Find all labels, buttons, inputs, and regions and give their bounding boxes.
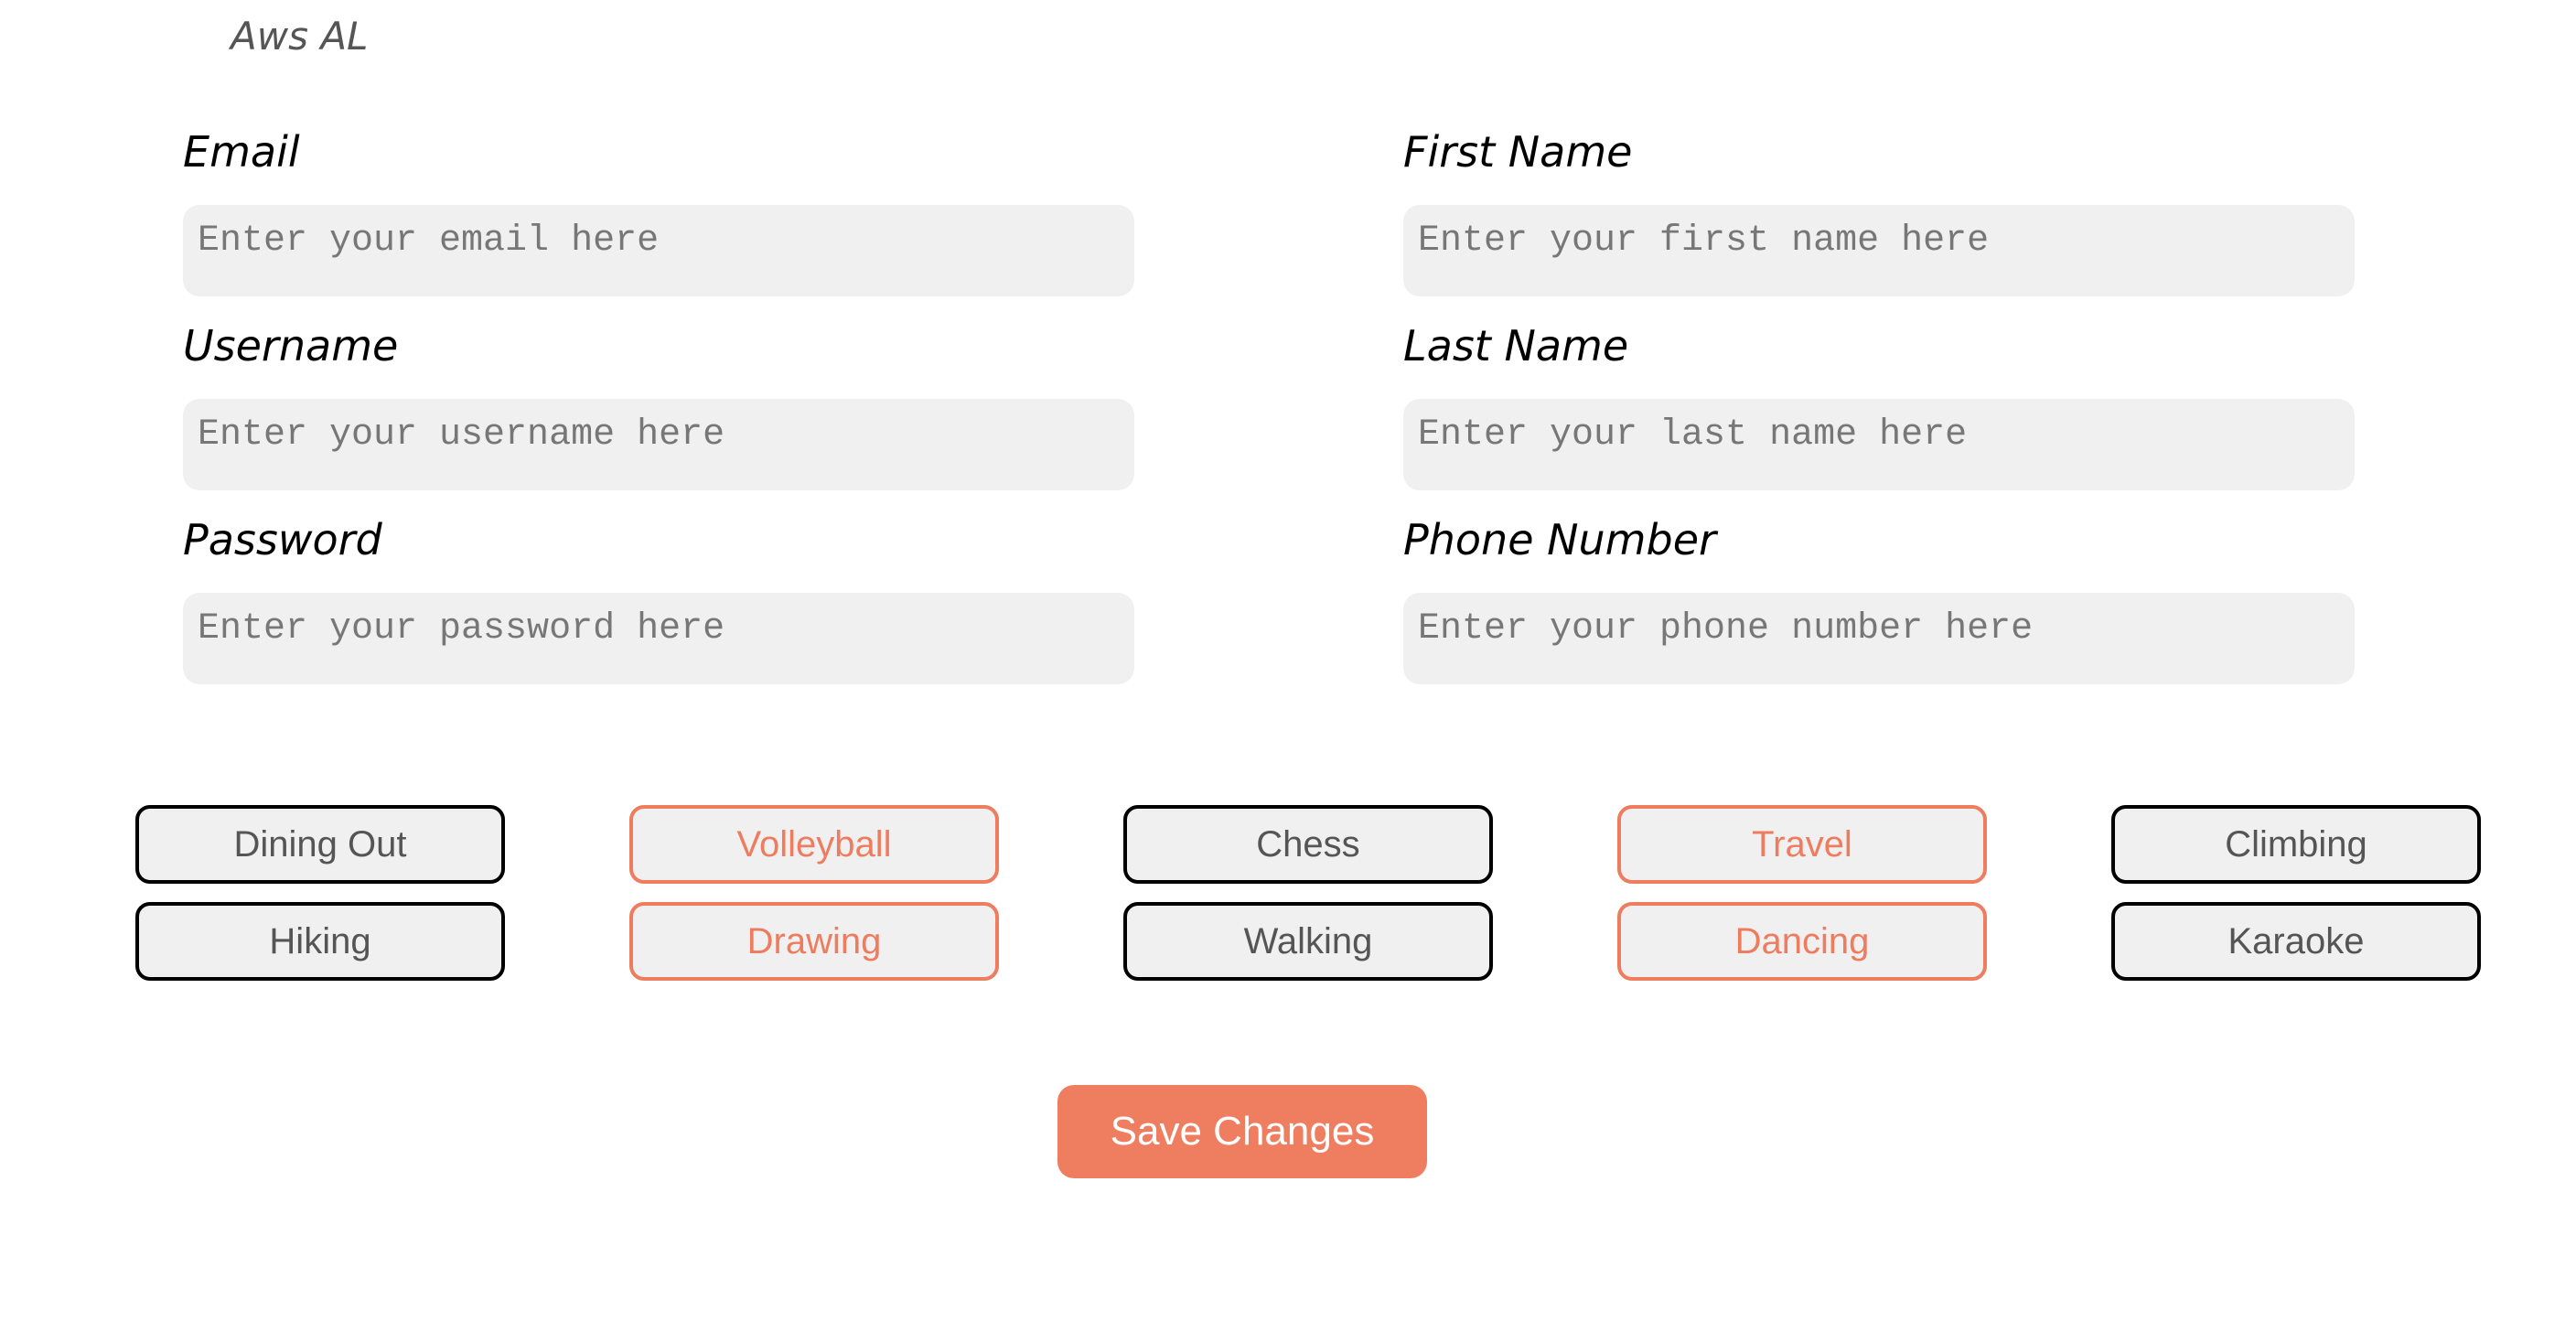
phone-number-field-group: Phone Number <box>1403 510 2355 684</box>
email-field-group: Email <box>183 123 1134 296</box>
password-input[interactable] <box>183 593 1134 684</box>
first-name-field-group: First Name <box>1403 123 2355 296</box>
phone-number-input[interactable] <box>1403 593 2355 684</box>
save-changes-button[interactable]: Save Changes <box>1057 1085 1427 1178</box>
username-field-group: Username <box>183 317 1134 490</box>
username-input[interactable] <box>183 399 1134 490</box>
email-label: Email <box>183 127 300 177</box>
profile-edit-page: Aws AL Email Username Password First Nam… <box>0 0 2576 1332</box>
password-field-group: Password <box>183 510 1134 684</box>
last-name-label: Last Name <box>1403 321 1629 371</box>
interest-tag-travel[interactable]: Travel <box>1617 805 1987 884</box>
interest-tag-climbing[interactable]: Climbing <box>2111 805 2481 884</box>
interest-tag-dining-out[interactable]: Dining Out <box>135 805 505 884</box>
username-label: Username <box>183 321 399 371</box>
interest-tag-dancing[interactable]: Dancing <box>1617 902 1987 981</box>
first-name-input[interactable] <box>1403 205 2355 296</box>
email-input[interactable] <box>183 205 1134 296</box>
last-name-input[interactable] <box>1403 399 2355 490</box>
first-name-label: First Name <box>1403 127 1633 177</box>
interest-tag-chess[interactable]: Chess <box>1123 805 1493 884</box>
interest-tag-karaoke[interactable]: Karaoke <box>2111 902 2481 981</box>
interest-tag-hiking[interactable]: Hiking <box>135 902 505 981</box>
last-name-field-group: Last Name <box>1403 317 2355 490</box>
interest-tag-drawing[interactable]: Drawing <box>629 902 999 981</box>
phone-number-label: Phone Number <box>1403 515 1716 564</box>
interest-tag-volleyball[interactable]: Volleyball <box>629 805 999 884</box>
user-display-name: Aws AL <box>231 14 369 59</box>
interest-tag-walking[interactable]: Walking <box>1123 902 1493 981</box>
password-label: Password <box>183 515 382 564</box>
